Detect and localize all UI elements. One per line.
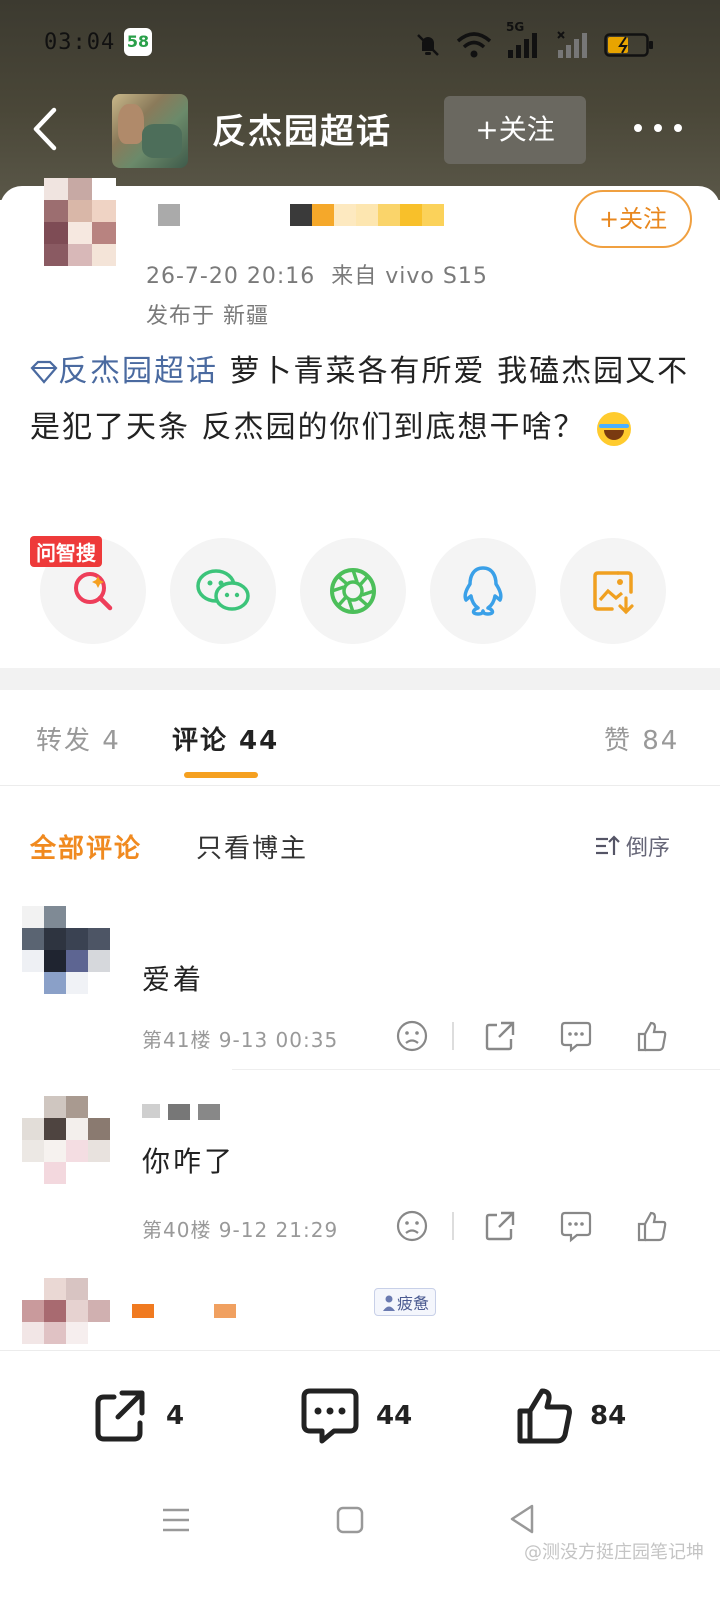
share-moments-button[interactable]	[300, 538, 406, 644]
commenter-avatar[interactable]	[22, 1096, 112, 1188]
post-location: 发布于 新疆	[146, 304, 269, 329]
comment-meta: 第41楼 9-13 00:35	[142, 1028, 339, 1052]
share-save-image-button[interactable]	[560, 538, 666, 644]
menu-lines-icon[interactable]	[160, 1504, 192, 1536]
follow-author-button[interactable]: +关注	[574, 190, 692, 248]
comment-filter-row: 全部评论 只看博主 倒序	[0, 820, 720, 880]
moments-aperture-icon	[330, 568, 376, 614]
wifi-icon	[456, 32, 492, 58]
more-options-icon[interactable]	[634, 124, 682, 132]
medal-badge: 疲惫	[374, 1288, 437, 1316]
like-button[interactable]: 84	[516, 1387, 626, 1445]
comment-share-icon[interactable]	[480, 1016, 520, 1056]
comment-meta: 第40楼 9-12 21:29	[142, 1218, 339, 1242]
comment-like-icon[interactable]	[632, 1206, 672, 1246]
comment-button[interactable]: 44	[300, 1387, 412, 1445]
comment-like-icon[interactable]	[632, 1016, 672, 1056]
post-source: 来自 vivo S15	[331, 264, 488, 289]
signal-5g: 5G	[506, 20, 542, 60]
post-card: +关注 26-7-20 20:16 来自 vivo S15 发布于 新疆 反杰园…	[0, 178, 720, 682]
comment-count: 44	[376, 1401, 413, 1431]
network-type: 5G	[506, 20, 525, 34]
back-arrow-icon[interactable]	[26, 104, 66, 154]
like-count: 84	[590, 1401, 627, 1431]
author-name-mosaic[interactable]	[158, 204, 444, 226]
medal-label: 疲惫	[397, 1294, 430, 1313]
tab-repost[interactable]: 转发 4	[36, 720, 121, 757]
bottom-action-bar: 4 44 84	[0, 1350, 720, 1480]
weibo-watermark: @测没方挺庄园笔记坤	[524, 1542, 704, 1563]
ai-search-badge: 问智搜	[30, 536, 102, 567]
post-timestamp: 26-7-20 20:16 来自 vivo S15	[146, 258, 488, 290]
back-triangle-icon[interactable]	[506, 1502, 538, 1536]
comment-actions	[392, 1206, 672, 1246]
sort-icon	[596, 835, 620, 855]
status-bar: 03:04 58 5G	[0, 20, 720, 66]
share-row	[40, 538, 680, 644]
tab-likes[interactable]: 赞 84	[604, 720, 679, 757]
signal-2-icon	[557, 31, 587, 58]
share-qq-button[interactable]	[430, 538, 536, 644]
dislike-face-icon[interactable]	[392, 1016, 432, 1056]
battery-icon	[604, 33, 653, 57]
diamond-icon	[30, 360, 58, 384]
commenter-avatar[interactable]	[22, 1278, 112, 1350]
status-icons: 5G	[414, 20, 654, 60]
status-time: 03:04	[44, 30, 116, 55]
share-wechat-button[interactable]	[170, 538, 276, 644]
repost-icon	[95, 1390, 145, 1442]
ai-search-icon	[74, 572, 113, 611]
sort-label: 倒序	[626, 836, 671, 861]
wechat-icon	[196, 569, 250, 611]
commenter-name-mosaic[interactable]	[142, 1104, 220, 1120]
comment-reply-icon[interactable]	[556, 1016, 596, 1056]
save-image-icon	[593, 571, 634, 615]
comment-item: 你咋了 第40楼 9-12 21:29	[0, 1096, 720, 1260]
comment-text: 爱着	[142, 963, 205, 996]
repost-button[interactable]: 4	[92, 1387, 184, 1445]
topic-link-text[interactable]: 反杰园超话	[58, 354, 218, 389]
app-58-icon: 58	[124, 28, 152, 56]
post-time-text: 26-7-20 20:16	[146, 264, 316, 289]
comment-share-icon[interactable]	[480, 1206, 520, 1246]
signal-icon	[508, 33, 537, 58]
tab-comments[interactable]: 评论 44	[172, 720, 279, 757]
comment-text: 你咋了	[142, 1145, 236, 1178]
commenter-name-mosaic[interactable]	[132, 1304, 236, 1318]
section-separator	[0, 668, 720, 690]
comment-divider	[232, 1069, 720, 1070]
topic-thumbnail[interactable]	[112, 94, 188, 168]
nav-bar: 反杰园超话 +关注	[0, 90, 720, 170]
sort-toggle[interactable]: 倒序	[594, 830, 670, 862]
comment-bubble-icon	[301, 1388, 359, 1444]
page-title[interactable]: 反杰园超话	[212, 104, 392, 153]
commenter-avatar[interactable]	[22, 906, 112, 998]
post-body: 反杰园超话 萝卜青菜各有所爱 我磕杰园又不是犯了天条 反杰园的你们到底想干啥？	[30, 344, 690, 456]
medal-person-icon	[383, 1295, 395, 1311]
detail-tabs: 转发 4 评论 44 赞 84	[0, 690, 720, 786]
filter-author-only[interactable]: 只看博主	[196, 828, 308, 865]
thumbs-up-icon	[517, 1388, 572, 1444]
active-tab-indicator	[184, 772, 258, 778]
comment-item: 爱着 第41楼 9-13 00:35	[0, 906, 720, 1070]
comment-reply-icon[interactable]	[556, 1206, 596, 1246]
mute-bell-icon	[417, 34, 439, 56]
home-square-icon[interactable]	[334, 1504, 366, 1536]
dislike-face-icon[interactable]	[392, 1206, 432, 1246]
author-avatar[interactable]	[44, 178, 116, 266]
topic-link[interactable]: 反杰园超话	[30, 354, 218, 389]
follow-topic-button[interactable]: +关注	[444, 96, 586, 164]
comment-actions	[392, 1016, 672, 1056]
laughing-tears-emoji-icon	[597, 411, 632, 446]
repost-count: 4	[166, 1401, 185, 1431]
comment-item: 疲惫	[0, 1278, 720, 1350]
filter-all-comments[interactable]: 全部评论	[30, 828, 142, 865]
qq-penguin-icon	[463, 566, 503, 616]
